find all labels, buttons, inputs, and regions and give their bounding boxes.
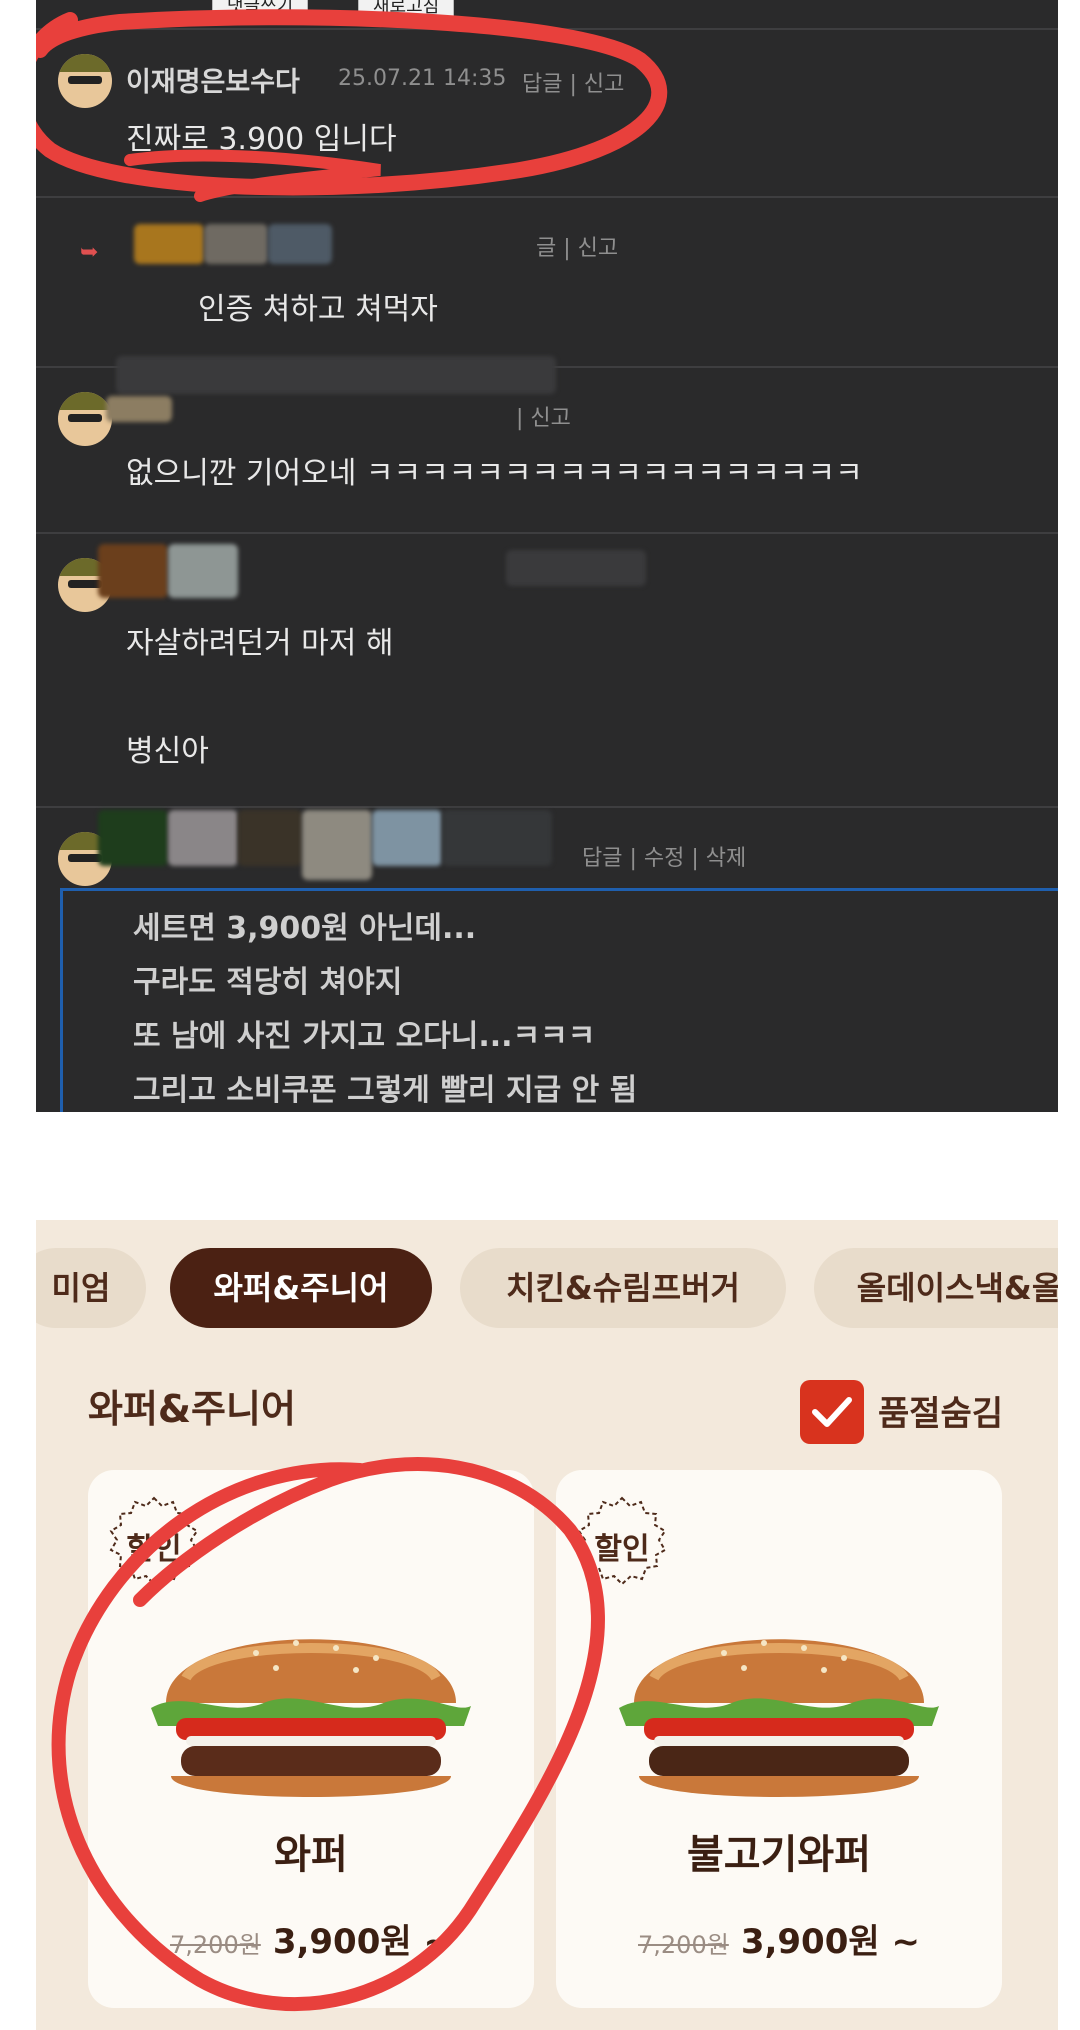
- censor-block: [442, 810, 552, 866]
- comment-body: 진짜로 3.900 입니다: [126, 122, 397, 157]
- hide-soldout-checkbox[interactable]: [800, 1380, 864, 1444]
- censor-block: [116, 356, 556, 394]
- product-name: 와퍼: [274, 1832, 348, 1878]
- sale-price: 3,900원 ~: [740, 1922, 920, 1962]
- divider: [36, 532, 1058, 534]
- discount-badge-label: 할인: [594, 1532, 650, 1567]
- censor-block: [134, 224, 204, 264]
- censor-block: [238, 810, 302, 866]
- category-tab[interactable]: 치킨&슈림프버거: [460, 1248, 786, 1328]
- censor-block: [98, 810, 168, 866]
- censor-block: [268, 224, 332, 264]
- comment-date: 25.07.21 14:35: [338, 66, 507, 91]
- comment-body: 없으니깐 기어오네 ㅋㅋㅋㅋㅋㅋㅋㅋㅋㅋㅋㅋㅋㅋㅋㅋㅋㅋ: [126, 456, 863, 491]
- price-row: 7,200원 3,900원 ~: [88, 1914, 534, 1963]
- original-price: 7,200원: [170, 1931, 261, 1959]
- divider: [36, 196, 1058, 198]
- category-tab-active[interactable]: 와퍼&주니어: [170, 1248, 432, 1328]
- burger-image: [151, 1639, 471, 1797]
- discount-badge: 할인: [106, 1496, 202, 1592]
- comment-body-line: 병신아: [126, 734, 209, 769]
- divider: [36, 28, 1058, 30]
- category-tab[interactable]: 미엄: [36, 1248, 146, 1328]
- product-card[interactable]: 할인 와퍼 7,200원 3,900원 ~: [88, 1470, 534, 2008]
- avatar[interactable]: [58, 54, 112, 108]
- comment-header: 댓글쓰기 새로고침: [36, 0, 1058, 24]
- edit-line: 세트면 3,900원 아닌데...: [133, 911, 477, 946]
- edit-line: 그리고 소비쿠폰 그렇게 빨리 지급 안 됨: [133, 1073, 638, 1108]
- comment-actions[interactable]: 답글 | 신고: [522, 66, 624, 98]
- sale-price: 3,900원 ~: [272, 1922, 452, 1962]
- product-name: 불고기와퍼: [687, 1832, 871, 1878]
- avatar[interactable]: [58, 392, 112, 446]
- refresh-button[interactable]: 새로고침: [358, 0, 455, 20]
- censor-block: [98, 544, 168, 598]
- reply-arrow-icon: ➥: [80, 240, 99, 265]
- product-card[interactable]: 할인 불고기와퍼 7,200원 3,900원 ~: [556, 1470, 1002, 2008]
- censor-block: [106, 396, 172, 422]
- category-tab[interactable]: 올데이스낵&올: [814, 1248, 1058, 1328]
- comment-body-line: 자살하려던거 마저 해: [126, 626, 394, 661]
- price-row: 7,200원 3,900원 ~: [556, 1914, 1002, 1963]
- censor-block: [372, 810, 442, 866]
- comment-edit-box[interactable]: 세트면 3,900원 아닌데... 구라도 적당히 쳐야지 또 남에 사진 가지…: [60, 888, 1058, 1112]
- comment-body: 인증 쳐하고 쳐먹자: [198, 292, 438, 327]
- original-price: 7,200원: [638, 1931, 729, 1959]
- write-comment-button[interactable]: 댓글쓰기: [212, 0, 309, 20]
- censor-block: [168, 544, 238, 598]
- check-icon: [812, 1397, 852, 1427]
- censor-block: [168, 810, 238, 866]
- menu-section: 미엄 와퍼&주니어 치킨&슈림프버거 올데이스낵&올 와퍼&주니어 품절숨김 할…: [36, 1220, 1058, 2030]
- censor-block: [302, 810, 372, 880]
- hide-soldout-label[interactable]: 품절숨김: [878, 1386, 1003, 1435]
- discount-badge: 할인: [574, 1496, 670, 1592]
- comment-actions[interactable]: 글 | 신고: [536, 230, 618, 262]
- comment-actions[interactable]: | 신고: [516, 400, 571, 432]
- censor-block: [506, 550, 646, 586]
- section-title: 와퍼&주니어: [88, 1387, 296, 1431]
- divider: [36, 806, 1058, 808]
- burger-image: [619, 1639, 939, 1797]
- comment-actions[interactable]: 답글 | 수정 | 삭제: [582, 840, 746, 872]
- comment-section: 댓글쓰기 새로고침 이재명은보수다 25.07.21 14:35 답글 | 신고…: [36, 0, 1058, 1112]
- comment-nickname[interactable]: 이재명은보수다: [126, 60, 300, 99]
- discount-badge-label: 할인: [126, 1532, 182, 1567]
- censor-block: [204, 224, 268, 264]
- edit-line: 구라도 적당히 쳐야지: [133, 965, 403, 1000]
- edit-line: 또 남에 사진 가지고 오다니...ㅋㅋㅋ: [133, 1019, 596, 1054]
